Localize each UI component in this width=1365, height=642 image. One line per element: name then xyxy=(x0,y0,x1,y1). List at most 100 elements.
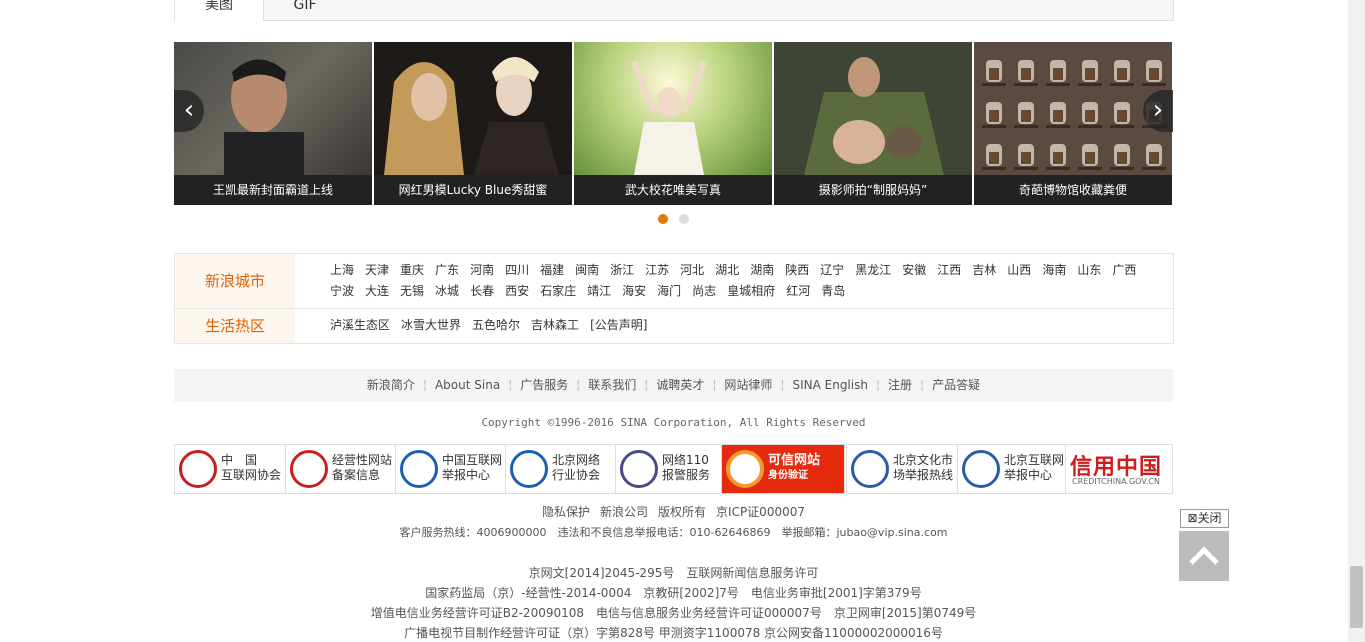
badge-link[interactable]: 北京文化市 场举报热线 xyxy=(846,444,958,494)
city-link[interactable]: 长春 xyxy=(470,281,494,302)
city-link[interactable]: 西安 xyxy=(505,281,529,302)
city-link[interactable]: 江苏 xyxy=(645,260,669,281)
nav-separator: ¦ xyxy=(508,378,513,392)
city-link[interactable]: 吉林森工 xyxy=(531,315,579,336)
city-link[interactable]: 青岛 xyxy=(821,281,845,302)
carousel-dot[interactable] xyxy=(679,214,689,224)
badge-link[interactable]: 北京网络 行业协会 xyxy=(505,444,616,494)
scrollbar-track[interactable] xyxy=(1348,0,1365,642)
city-link[interactable]: 陕西 xyxy=(785,260,809,281)
badge-link[interactable]: 中 国互联网协会 xyxy=(174,444,286,494)
slide-image[interactable] xyxy=(774,42,972,175)
tab-gif[interactable]: GIF xyxy=(263,0,347,21)
city-link[interactable]: 广西 xyxy=(1112,260,1136,281)
tab-bar: 美图 GIF xyxy=(174,0,1174,21)
city-link[interactable]: 山东 xyxy=(1077,260,1101,281)
city-link[interactable]: 辽宁 xyxy=(820,260,844,281)
city-link[interactable]: 皇城相府 xyxy=(727,281,775,302)
city-link[interactable]: 河南 xyxy=(470,260,494,281)
carousel-dot-active[interactable] xyxy=(658,214,668,224)
tab-photos[interactable]: 美图 xyxy=(175,0,264,21)
back-to-top-button[interactable] xyxy=(1179,531,1229,581)
footer-nav-link[interactable]: 诚聘英才 xyxy=(656,378,704,392)
carousel-slide[interactable]: 网红男模Lucky Blue秀甜蜜 xyxy=(374,42,572,205)
city-link[interactable]: 红河 xyxy=(786,281,810,302)
carousel-slide[interactable]: 奇葩博物馆收藏粪便 xyxy=(974,42,1172,205)
close-label: 关闭 xyxy=(1197,511,1222,525)
city-link[interactable]: 泸溪生态区 xyxy=(330,315,390,336)
city-link[interactable]: 河北 xyxy=(680,260,704,281)
license-line: 京网文[2014]2045-295号 互联网新闻信息服务许可 xyxy=(528,566,819,580)
carousel-slide[interactable]: 武大校花唯美写真 xyxy=(574,42,772,205)
city-link[interactable]: 山西 xyxy=(1007,260,1031,281)
city-label: 新浪城市 xyxy=(175,254,295,308)
city-link[interactable]: 无锡 xyxy=(400,281,424,302)
life-label: 生活热区 xyxy=(175,309,295,343)
city-link[interactable]: 上海 xyxy=(330,260,354,281)
legal-link[interactable]: 隐私保护 xyxy=(542,505,590,519)
city-link[interactable]: 浙江 xyxy=(610,260,634,281)
carousel-slide[interactable]: 王凯最新封面霸道上线 xyxy=(174,42,372,205)
slide-caption[interactable]: 王凯最新封面霸道上线 xyxy=(174,175,372,205)
city-link[interactable]: 石家庄 xyxy=(540,281,576,302)
city-link[interactable]: 海南 xyxy=(1042,260,1066,281)
city-link[interactable]: 闽南 xyxy=(575,260,599,281)
legal-link[interactable]: 版权所有 xyxy=(658,505,706,519)
city-link[interactable]: 天津 xyxy=(365,260,389,281)
badge-text: 中 国互联网协会 xyxy=(221,453,282,482)
badge-link[interactable]: 北京互联网 举报中心 xyxy=(957,444,1066,494)
city-link[interactable]: 靖江 xyxy=(587,281,611,302)
city-link[interactable]: 海安 xyxy=(622,281,646,302)
badge-link[interactable]: 网络110 报警服务 xyxy=(615,444,722,494)
badge-link[interactable]: 经营性网站 备案信息 xyxy=(285,444,396,494)
city-link[interactable]: 海门 xyxy=(657,281,681,302)
city-link[interactable]: 冰城 xyxy=(435,281,459,302)
nav-separator: ¦ xyxy=(644,378,649,392)
city-link[interactable]: 五色哈尔 xyxy=(472,315,520,336)
city-link[interactable]: 湖北 xyxy=(715,260,739,281)
city-link[interactable]: 尚志 xyxy=(692,281,716,302)
city-link[interactable]: 重庆 xyxy=(400,260,424,281)
badge-link[interactable]: 可信网站 身份验证 xyxy=(721,444,845,494)
close-box-icon: ⊠ xyxy=(1187,511,1198,525)
city-link[interactable]: 大连 xyxy=(365,281,389,302)
record-seal-icon xyxy=(290,450,328,488)
city-link[interactable]: 吉林 xyxy=(972,260,996,281)
slide-caption[interactable]: 摄影师拍“制服妈妈” xyxy=(774,175,972,205)
slide-caption[interactable]: 奇葩博物馆收藏粪便 xyxy=(974,175,1172,205)
city-link[interactable]: 冰雪大世界 xyxy=(401,315,461,336)
badge-link[interactable]: 信用中国 CREDITCHINA.GOV.CN xyxy=(1065,444,1173,494)
slide-image[interactable] xyxy=(574,42,772,175)
city-link[interactable]: 福建 xyxy=(540,260,564,281)
police-shield-icon xyxy=(620,450,658,488)
city-link[interactable]: 江西 xyxy=(937,260,961,281)
footer-nav-link[interactable]: SINA English xyxy=(792,378,868,392)
legal-link[interactable]: 新浪公司 xyxy=(600,505,648,519)
close-button[interactable]: ⊠关闭 xyxy=(1180,509,1229,528)
scrollbar-thumb[interactable] xyxy=(1350,566,1363,628)
legal-link[interactable]: 京ICP证000007 xyxy=(716,505,805,519)
city-link[interactable]: 广东 xyxy=(435,260,459,281)
badge-link[interactable]: 中国互联网 举报中心 xyxy=(395,444,506,494)
slide-image[interactable] xyxy=(374,42,572,175)
slide-caption[interactable]: 网红男模Lucky Blue秀甜蜜 xyxy=(374,175,572,205)
footer-nav-link[interactable]: 联系我们 xyxy=(588,378,636,392)
footer-nav-link[interactable]: 注册 xyxy=(888,378,912,392)
badge-text: 北京互联网 举报中心 xyxy=(1004,453,1065,482)
slide-caption[interactable]: 武大校花唯美写真 xyxy=(574,175,772,205)
divider xyxy=(175,308,1173,309)
city-link[interactable]: [公告声明] xyxy=(590,315,647,336)
footer-nav-link[interactable]: 网站律师 xyxy=(724,378,772,392)
city-link[interactable]: 湖南 xyxy=(750,260,774,281)
city-link[interactable]: 黑龙江 xyxy=(855,260,891,281)
badge-text: 可信网站 身份验证 xyxy=(768,453,821,481)
carousel-slide[interactable]: 摄影师拍“制服妈妈” xyxy=(774,42,972,205)
city-link[interactable]: 宁波 xyxy=(330,281,354,302)
footer-nav-link[interactable]: 广告服务 xyxy=(520,378,568,392)
city-link[interactable]: 安徽 xyxy=(902,260,926,281)
badge-text: 北京网络 行业协会 xyxy=(552,453,601,482)
footer-nav-link[interactable]: About Sina xyxy=(435,378,500,392)
city-link[interactable]: 四川 xyxy=(505,260,529,281)
footer-nav-link[interactable]: 产品答疑 xyxy=(932,378,980,392)
footer-nav-link[interactable]: 新浪简介 xyxy=(367,378,415,392)
